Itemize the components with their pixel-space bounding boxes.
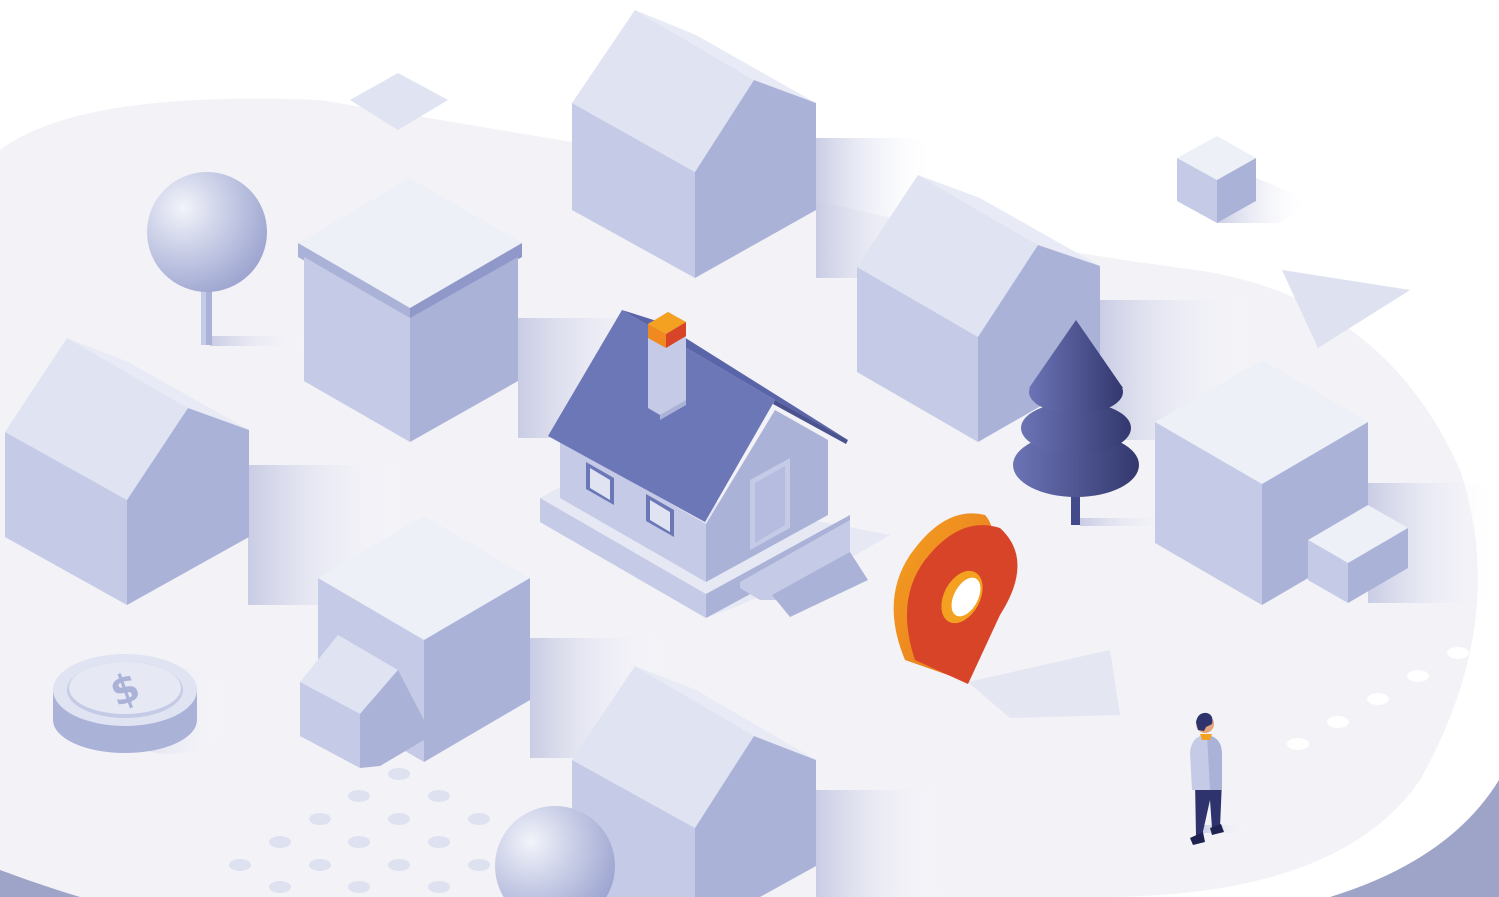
- isometric-neighborhood-scene: $: [0, 10, 1499, 897]
- floating-cube: [1177, 136, 1310, 223]
